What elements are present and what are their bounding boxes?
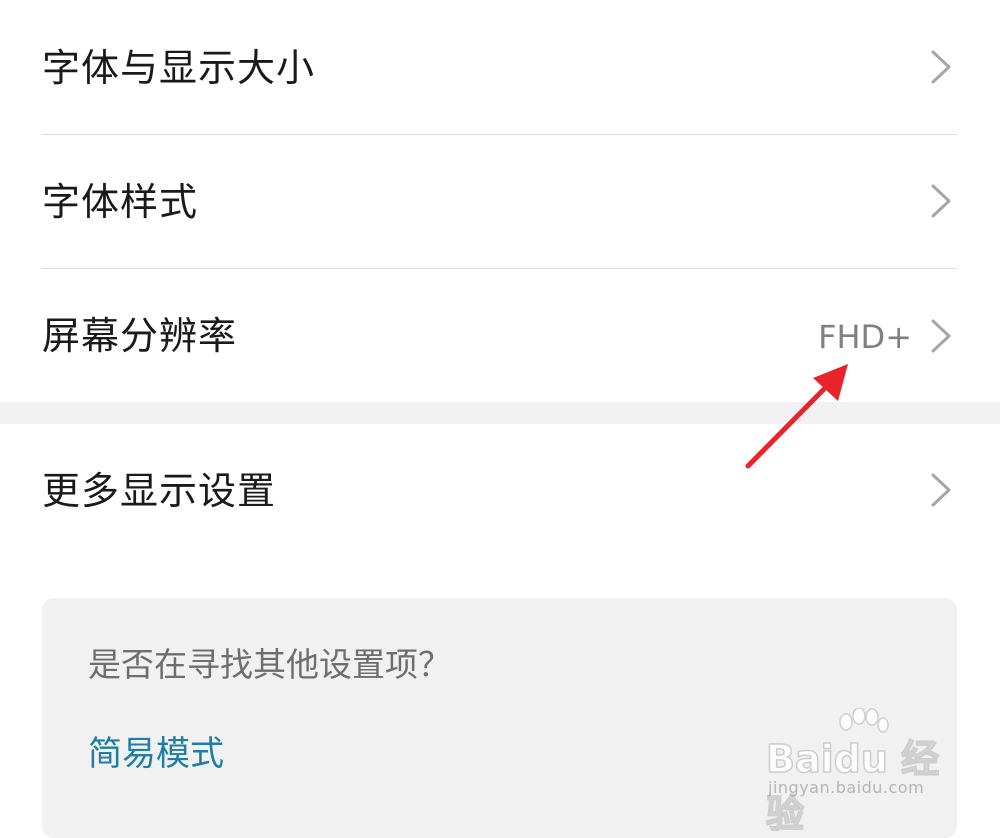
chevron-right-icon [931, 50, 951, 84]
section-gap [0, 402, 1000, 424]
chevron-right-icon [931, 184, 951, 218]
settings-item-more-display[interactable]: 更多显示设置 [0, 424, 1000, 558]
resolution-value: FHD+ [818, 318, 912, 356]
suggestion-card: 是否在寻找其他设置项？ 简易模式 [42, 598, 957, 838]
settings-item-screen-resolution[interactable]: 屏幕分辨率 FHD+ [0, 269, 1000, 402]
settings-item-label: 更多显示设置 [42, 469, 277, 513]
simple-mode-link[interactable]: 简易模式 [88, 737, 224, 771]
settings-item-font-display-size[interactable]: 字体与显示大小 [0, 0, 1000, 134]
settings-item-label: 字体与显示大小 [42, 46, 316, 90]
settings-item-label: 字体样式 [42, 180, 199, 224]
chevron-right-icon [931, 473, 951, 507]
suggestion-question: 是否在寻找其他设置项？ [88, 645, 451, 684]
chevron-right-icon [931, 319, 951, 353]
settings-item-label: 屏幕分辨率 [42, 314, 238, 358]
settings-item-font-style[interactable]: 字体样式 [0, 135, 1000, 268]
